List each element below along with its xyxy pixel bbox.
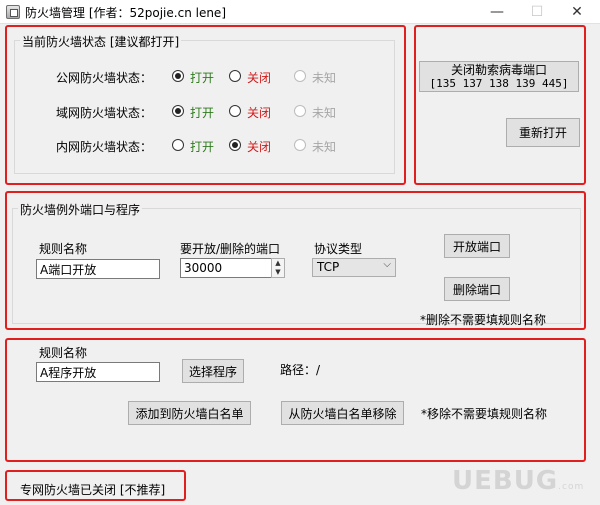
domain-unknown-radio — [294, 105, 306, 117]
ransom-ports-list: [135 137 138 139 445] — [429, 76, 569, 90]
private-off-label: 关闭 — [247, 140, 272, 154]
public-firewall-label: 公网防火墙状态： — [56, 71, 153, 85]
exception-ports-title: 防火墙例外端口与程序 — [18, 201, 143, 218]
reopen-button[interactable]: 重新打开 — [506, 118, 580, 147]
app-icon — [6, 5, 20, 19]
ransom-highlight — [414, 25, 586, 185]
add-whitelist-button[interactable]: 添加到防火墙白名单 — [128, 401, 251, 425]
program-path-label: 路径：/ — [280, 363, 321, 377]
remove-whitelist-note: *移除不需要填规则名称 — [421, 407, 548, 421]
protocol-label: 协议类型 — [314, 242, 363, 256]
title-bar: 防火墙管理 [作者：52pojie.cn lene] — ☐ ✕ — [0, 0, 600, 24]
site-watermark-logo: UEBUG.com — [452, 466, 584, 496]
program-highlight — [5, 338, 586, 462]
private-on-label: 打开 — [190, 140, 215, 154]
private-on-radio[interactable] — [172, 139, 184, 151]
close-button[interactable]: ✕ — [557, 0, 597, 24]
program-rule-name-label: 规则名称 — [39, 346, 88, 360]
close-ransom-ports-label: 关闭勒索病毒端口 — [450, 62, 547, 77]
choose-program-button[interactable]: 选择程序 — [182, 359, 244, 383]
chevron-down-icon: ⌵ — [383, 259, 391, 270]
remove-whitelist-button[interactable]: 从防火墙白名单移除 — [281, 401, 404, 425]
public-off-label: 关闭 — [247, 71, 272, 85]
domain-off-label: 关闭 — [247, 106, 272, 120]
stepper-down-icon[interactable]: ▼ — [272, 268, 284, 277]
public-unknown-label: 未知 — [312, 71, 337, 85]
public-unknown-radio — [294, 70, 306, 82]
domain-firewall-label: 域网防火墙状态： — [56, 106, 153, 120]
close-ransom-ports-button[interactable]: 关闭勒索病毒端口 [135 137 138 139 445] — [419, 61, 579, 92]
port-label: 要开放/删除的端口 — [180, 242, 281, 256]
watermark-suffix: .com — [558, 482, 585, 492]
delete-port-button[interactable]: 删除端口 — [444, 277, 510, 301]
private-unknown-label: 未知 — [312, 140, 337, 154]
firewall-status-title: 当前防火墙状态 [建议都打开] — [20, 33, 182, 50]
window-title: 防火墙管理 [作者：52pojie.cn lene] — [25, 6, 226, 20]
protocol-value: TCP — [317, 260, 340, 274]
port-stepper[interactable]: ▲ ▼ — [271, 258, 285, 278]
public-off-radio[interactable] — [229, 70, 241, 82]
domain-on-radio[interactable] — [172, 105, 184, 117]
private-unknown-radio — [294, 139, 306, 151]
private-firewall-status: 专网防火墙已关闭 [不推荐] — [20, 483, 166, 497]
private-firewall-label: 内网防火墙状态： — [56, 140, 153, 154]
domain-unknown-label: 未知 — [312, 106, 337, 120]
port-input[interactable] — [180, 258, 272, 278]
domain-off-radio[interactable] — [229, 105, 241, 117]
public-on-radio[interactable] — [172, 70, 184, 82]
delete-port-note: *删除不需要填规则名称 — [420, 313, 547, 327]
minimize-button[interactable]: — — [477, 0, 517, 24]
public-on-label: 打开 — [190, 71, 215, 85]
port-rule-name-input[interactable] — [36, 259, 160, 279]
open-port-button[interactable]: 开放端口 — [444, 234, 510, 258]
protocol-select[interactable]: TCP ⌵ — [312, 258, 396, 277]
port-rule-name-label: 规则名称 — [39, 242, 88, 256]
maximize-button[interactable]: ☐ — [517, 0, 557, 24]
domain-on-label: 打开 — [190, 106, 215, 120]
private-off-radio[interactable] — [229, 139, 241, 151]
program-rule-name-input[interactable] — [36, 362, 160, 382]
watermark-text: UEBUG — [452, 466, 559, 496]
stepper-up-icon[interactable]: ▲ — [272, 259, 284, 268]
